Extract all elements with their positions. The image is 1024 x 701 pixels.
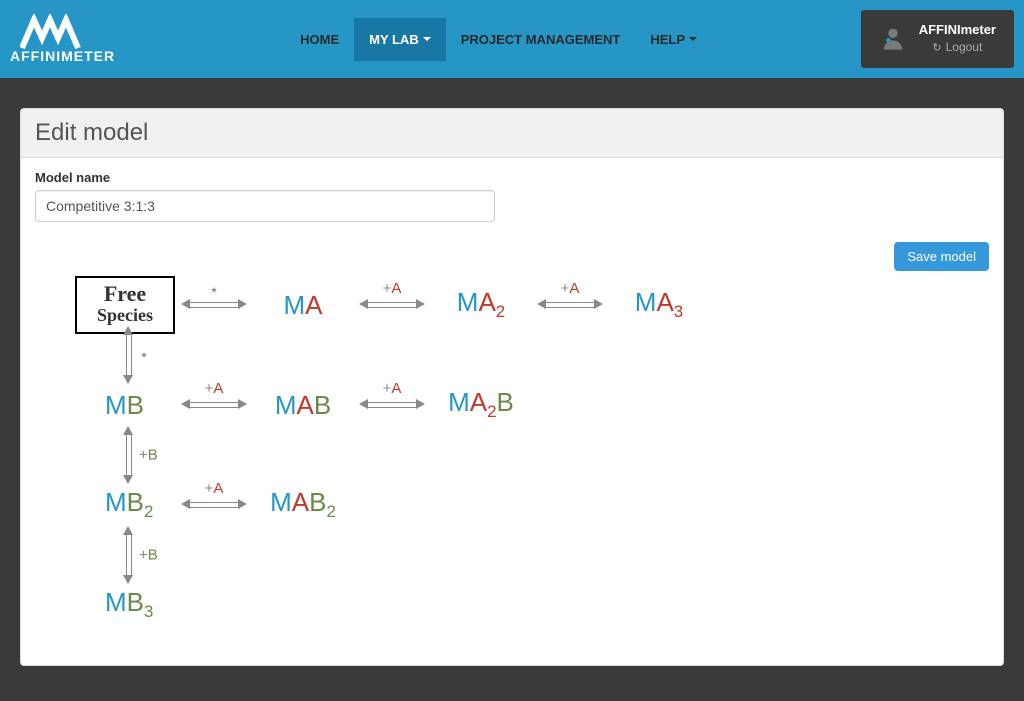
logo-text: AFFINIMETER [10,48,115,64]
diagram-vspace-1: ⋆ [75,325,989,385]
save-row: Save model [35,242,989,271]
chevron-down-icon [423,37,431,41]
species-MA2B[interactable]: MA2B [448,387,514,422]
panel-body: Model name Save model Free Species ⋆ [21,158,1003,665]
top-nav: AFFINIMETER HOME MY LAB PROJECT MANAGEME… [0,0,1024,78]
model-diagram: Free Species ⋆ MA +A MA2 +A [35,285,989,625]
nav-menu: HOME MY LAB PROJECT MANAGEMENT HELP [125,0,861,78]
diagram-vspace-2: +B [75,425,989,485]
page-wrap: Edit model Model name Save model Free Sp… [0,78,1024,684]
equilibrium-arrow-icon[interactable]: +B [115,526,145,584]
diagram-row-1: Free Species ⋆ MA +A MA2 +A [75,285,989,325]
species-MB2[interactable]: MB2 [105,487,153,522]
user-text: AFFINImeter Logout [919,22,996,56]
equilibrium-arrow-icon[interactable]: ⋆ [181,290,247,320]
nav-item-home[interactable]: HOME [285,18,354,61]
logo[interactable]: AFFINIMETER [10,0,125,78]
user-box: AFFINImeter Logout [861,10,1014,68]
equilibrium-arrow-icon[interactable]: +A [359,390,425,420]
model-name-label: Model name [35,170,989,185]
nav-label: MY LAB [369,32,419,47]
species-MA2[interactable]: MA2 [457,287,505,322]
logout-link[interactable]: Logout [932,40,982,56]
species-MB3[interactable]: MB3 [105,587,153,622]
logo-icon [20,14,106,50]
nav-item-mylab[interactable]: MY LAB [354,18,446,61]
equilibrium-arrow-icon[interactable]: +A [359,290,425,320]
panel-edit-model: Edit model Model name Save model Free Sp… [20,108,1004,666]
free-species-line2: Species [87,306,163,326]
equilibrium-arrow-icon[interactable]: +A [181,490,247,520]
chevron-down-icon [689,37,697,41]
save-model-button[interactable]: Save model [894,242,989,271]
diagram-row-3: MB2 +A MAB2 [75,485,989,525]
species-MB[interactable]: MB [105,390,144,421]
user-icon [879,24,907,55]
panel-title: Edit model [21,109,1003,158]
equilibrium-arrow-icon[interactable]: ⋆ [115,326,145,384]
user-name: AFFINImeter [919,22,996,39]
diagram-row-2: MB +A MAB +A MA2B [75,385,989,425]
free-species-line1: Free [87,282,163,306]
species-MAB[interactable]: MAB [275,390,331,421]
equilibrium-arrow-icon[interactable]: +B [115,426,145,484]
species-MAB2[interactable]: MAB2 [270,487,336,522]
nav-item-project-management[interactable]: PROJECT MANAGEMENT [446,18,636,61]
species-MA[interactable]: MA [283,290,322,321]
nav-label: HOME [300,32,339,47]
equilibrium-arrow-icon[interactable]: +A [537,290,603,320]
nav-label: HELP [650,32,685,47]
model-name-input[interactable] [35,190,495,222]
species-MA3[interactable]: MA3 [635,287,683,322]
equilibrium-arrow-icon[interactable]: +A [181,390,247,420]
nav-label: PROJECT MANAGEMENT [461,32,621,47]
diagram-vspace-3: +B [75,525,989,585]
nav-item-help[interactable]: HELP [635,18,712,61]
diagram-row-4: MB3 [75,585,989,625]
